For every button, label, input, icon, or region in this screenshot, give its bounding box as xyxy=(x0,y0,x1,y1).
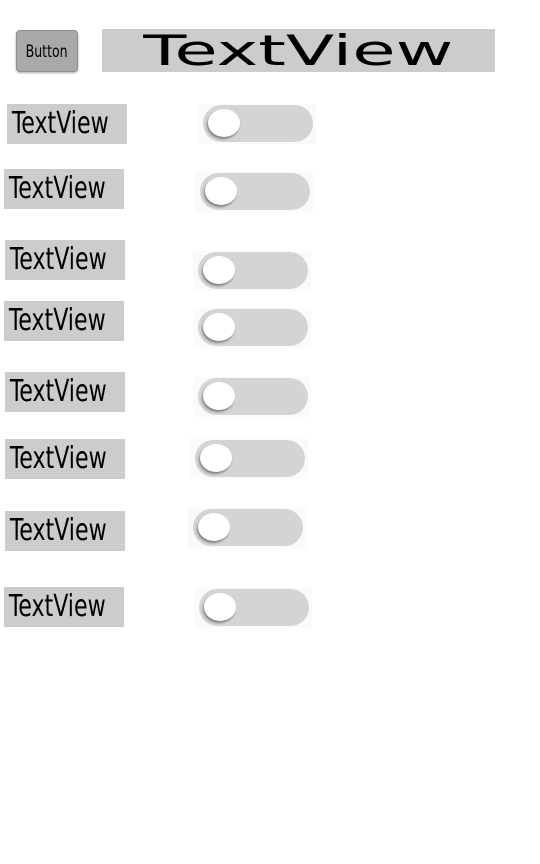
switch-thumb xyxy=(204,593,236,621)
row-label-6: TextView xyxy=(5,439,125,479)
row-label-text-6: TextView xyxy=(9,441,107,476)
switch-thumb xyxy=(203,382,235,410)
row-label-text-3: TextView xyxy=(9,242,107,277)
row-label-7: TextView xyxy=(5,511,125,551)
toggle-switch-5[interactable] xyxy=(193,377,311,417)
row-label-3: TextView xyxy=(5,240,125,280)
toggle-switch-6[interactable] xyxy=(190,439,308,479)
switch-thumb xyxy=(200,444,232,472)
row-label-2: TextView xyxy=(4,169,124,209)
switch-thumb xyxy=(203,313,235,341)
switch-thumb xyxy=(203,256,235,284)
toggle-switch-1[interactable] xyxy=(198,104,316,144)
row-label-5: TextView xyxy=(5,372,125,412)
switch-thumb xyxy=(198,513,230,541)
row-label-1: TextView xyxy=(7,104,127,144)
toggle-switch-3[interactable] xyxy=(193,251,311,291)
row-label-8: TextView xyxy=(4,587,124,627)
button-label: Button xyxy=(25,42,68,62)
row-label-4: TextView xyxy=(4,301,124,341)
switch-thumb xyxy=(205,177,237,205)
toggle-switch-4[interactable] xyxy=(193,308,311,348)
switch-thumb xyxy=(208,109,240,137)
row-label-text-7: TextView xyxy=(9,513,107,548)
button[interactable]: Button xyxy=(16,30,78,72)
toggle-switch-8[interactable] xyxy=(194,588,312,628)
row-label-text-8: TextView xyxy=(8,589,106,624)
title-textview: TextView xyxy=(102,29,495,72)
row-label-text-2: TextView xyxy=(8,171,106,206)
title-text: TextView xyxy=(143,29,454,72)
row-label-text-1: TextView xyxy=(11,106,109,141)
row-label-text-5: TextView xyxy=(9,374,107,409)
toggle-switch-2[interactable] xyxy=(195,172,313,212)
toggle-switch-7[interactable] xyxy=(188,508,306,548)
row-label-text-4: TextView xyxy=(8,303,106,338)
